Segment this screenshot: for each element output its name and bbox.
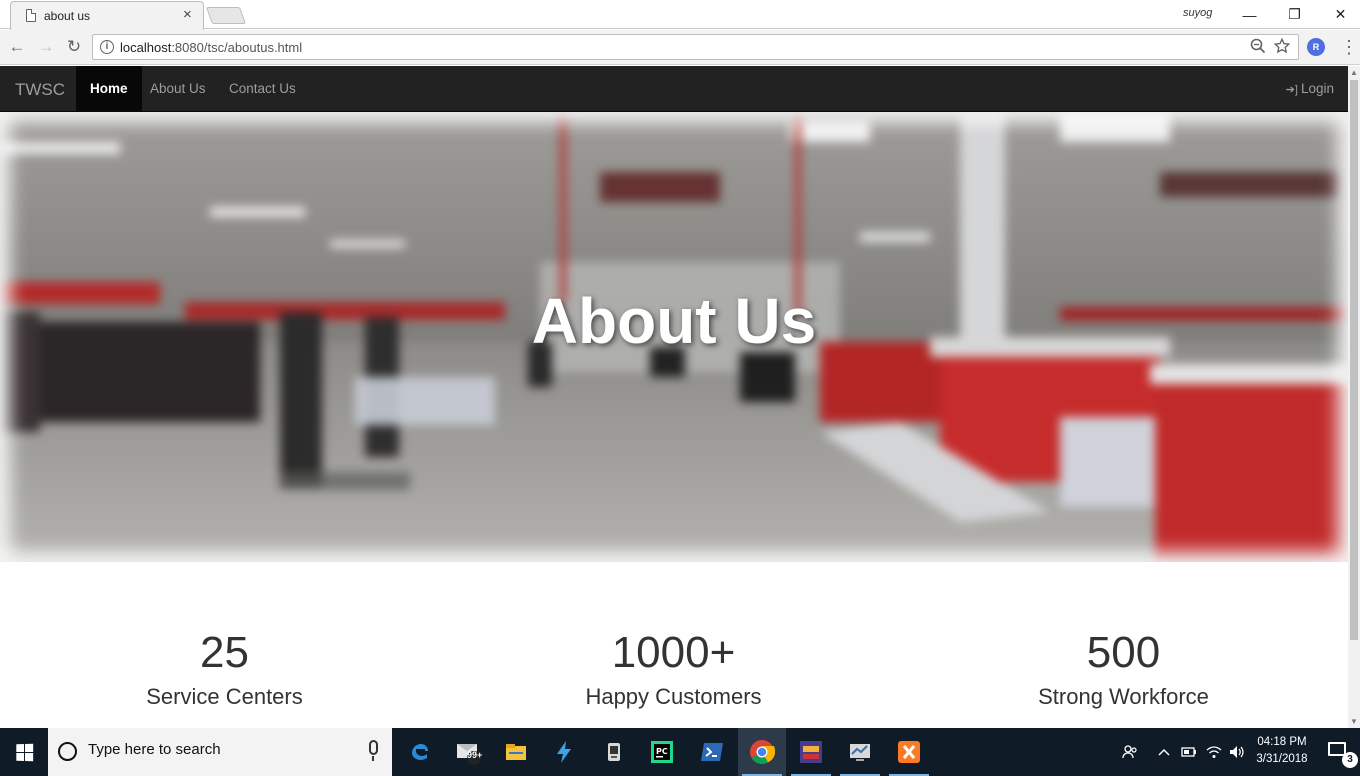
- microphone-icon[interactable]: [369, 740, 378, 761]
- hero-banner: About Us: [0, 112, 1348, 562]
- forward-arrow-icon[interactable]: →: [35, 36, 57, 58]
- profile-name[interactable]: suyog: [1183, 7, 1212, 19]
- close-window-button[interactable]: ✕: [1318, 0, 1360, 29]
- stat-value: 1000+: [611, 628, 736, 677]
- svg-text:PC: PC: [656, 747, 668, 756]
- stat-label: Strong Workforce: [1038, 684, 1209, 709]
- zoom-icon[interactable]: [1250, 38, 1266, 54]
- windows-logo-icon: [15, 743, 33, 761]
- stat-label: Happy Customers: [585, 684, 762, 709]
- page-viewport: TWSC Home About Us Contact Us ➔] Login A…: [0, 66, 1348, 728]
- tab-title: about us: [44, 9, 91, 23]
- cortana-icon: [58, 742, 77, 761]
- people-icon[interactable]: [1118, 728, 1142, 776]
- stat-happy-customers: 1000+ Happy Customers: [449, 626, 898, 712]
- vertical-scrollbar[interactable]: ▲ ▼: [1348, 66, 1360, 728]
- file-explorer-icon[interactable]: [492, 728, 540, 776]
- clock-date: 3/31/2018: [1256, 753, 1308, 765]
- site-brand[interactable]: TWSC: [15, 80, 65, 100]
- stat-value: 500: [1086, 628, 1161, 677]
- url-path: :8080/tsc/aboutus.html: [171, 40, 303, 55]
- page-icon: [26, 9, 36, 22]
- scrollbar-thumb[interactable]: [1350, 80, 1358, 640]
- clock-time: 04:18 PM: [1257, 736, 1307, 748]
- mail-icon[interactable]: 99+: [444, 728, 492, 776]
- battery-icon[interactable]: [1178, 728, 1200, 776]
- minimize-button[interactable]: —: [1227, 0, 1272, 29]
- edge-icon[interactable]: [396, 728, 444, 776]
- powershell-icon[interactable]: [688, 728, 736, 776]
- site-navbar: TWSC Home About Us Contact Us ➔] Login: [0, 66, 1348, 112]
- pycharm-icon[interactable]: PC: [638, 728, 686, 776]
- reload-icon[interactable]: ↻: [63, 36, 85, 58]
- xampp-icon[interactable]: [885, 728, 933, 776]
- mail-badge: 99+: [467, 750, 483, 760]
- browser-toolbar: ← → ↻ i localhost:8080/tsc/aboutus.html …: [0, 30, 1360, 65]
- tool-icon[interactable]: [590, 728, 638, 776]
- game-icon[interactable]: [787, 728, 835, 776]
- browser-tab[interactable]: about us ×: [10, 1, 204, 30]
- chrome-icon[interactable]: [738, 728, 786, 776]
- start-button[interactable]: [0, 728, 48, 776]
- show-hidden-icons-chevron-icon[interactable]: [1154, 728, 1174, 776]
- tab-strip-divider: [0, 28, 1360, 29]
- new-tab-button[interactable]: [205, 7, 247, 24]
- vscode-icon[interactable]: [540, 728, 588, 776]
- tab-close-icon[interactable]: ×: [183, 6, 192, 24]
- address-bar[interactable]: i localhost:8080/tsc/aboutus.html: [92, 34, 1299, 60]
- star-icon[interactable]: [1273, 37, 1291, 55]
- system-clock[interactable]: 04:18 PM 3/31/2018: [1247, 734, 1317, 768]
- stat-value: 25: [200, 628, 249, 677]
- menu-icon[interactable]: ⋮: [1340, 36, 1358, 58]
- url-text[interactable]: localhost:8080/tsc/aboutus.html: [120, 40, 302, 55]
- restore-button[interactable]: ❐: [1272, 0, 1317, 29]
- notification-count: 3: [1342, 752, 1358, 768]
- action-center-button[interactable]: 3: [1320, 728, 1360, 776]
- nav-home[interactable]: Home: [76, 66, 142, 112]
- hero-title: About Us: [531, 285, 817, 357]
- nav-contact-us[interactable]: Contact Us: [215, 66, 310, 112]
- tab-strip: about us × suyog — ❐ ✕: [0, 0, 1360, 30]
- search-placeholder: Type here to search: [88, 741, 221, 758]
- volume-icon[interactable]: [1226, 728, 1248, 776]
- scroll-down-arrow-icon[interactable]: ▼: [1350, 717, 1358, 726]
- login-link[interactable]: ➔] Login: [1286, 66, 1334, 113]
- scroll-up-arrow-icon[interactable]: ▲: [1350, 68, 1358, 77]
- nav-about-us[interactable]: About Us: [136, 66, 220, 112]
- stat-label: Service Centers: [146, 684, 303, 709]
- stat-strong-workforce: 500 Strong Workforce: [899, 626, 1348, 712]
- extension-icon[interactable]: R: [1307, 38, 1325, 56]
- back-arrow-icon[interactable]: ←: [6, 36, 28, 58]
- login-icon: ➔]: [1285, 84, 1298, 96]
- wifi-icon[interactable]: [1203, 728, 1225, 776]
- network-icon[interactable]: [836, 728, 884, 776]
- login-label: Login: [1300, 81, 1334, 96]
- taskbar-search[interactable]: Type here to search: [48, 728, 392, 776]
- url-host: localhost: [120, 40, 172, 55]
- info-icon[interactable]: i: [100, 40, 114, 54]
- windows-taskbar: Type here to search 99+ PC 04:18 PM 3/31…: [0, 728, 1360, 776]
- stat-service-centers: 25 Service Centers: [0, 626, 449, 712]
